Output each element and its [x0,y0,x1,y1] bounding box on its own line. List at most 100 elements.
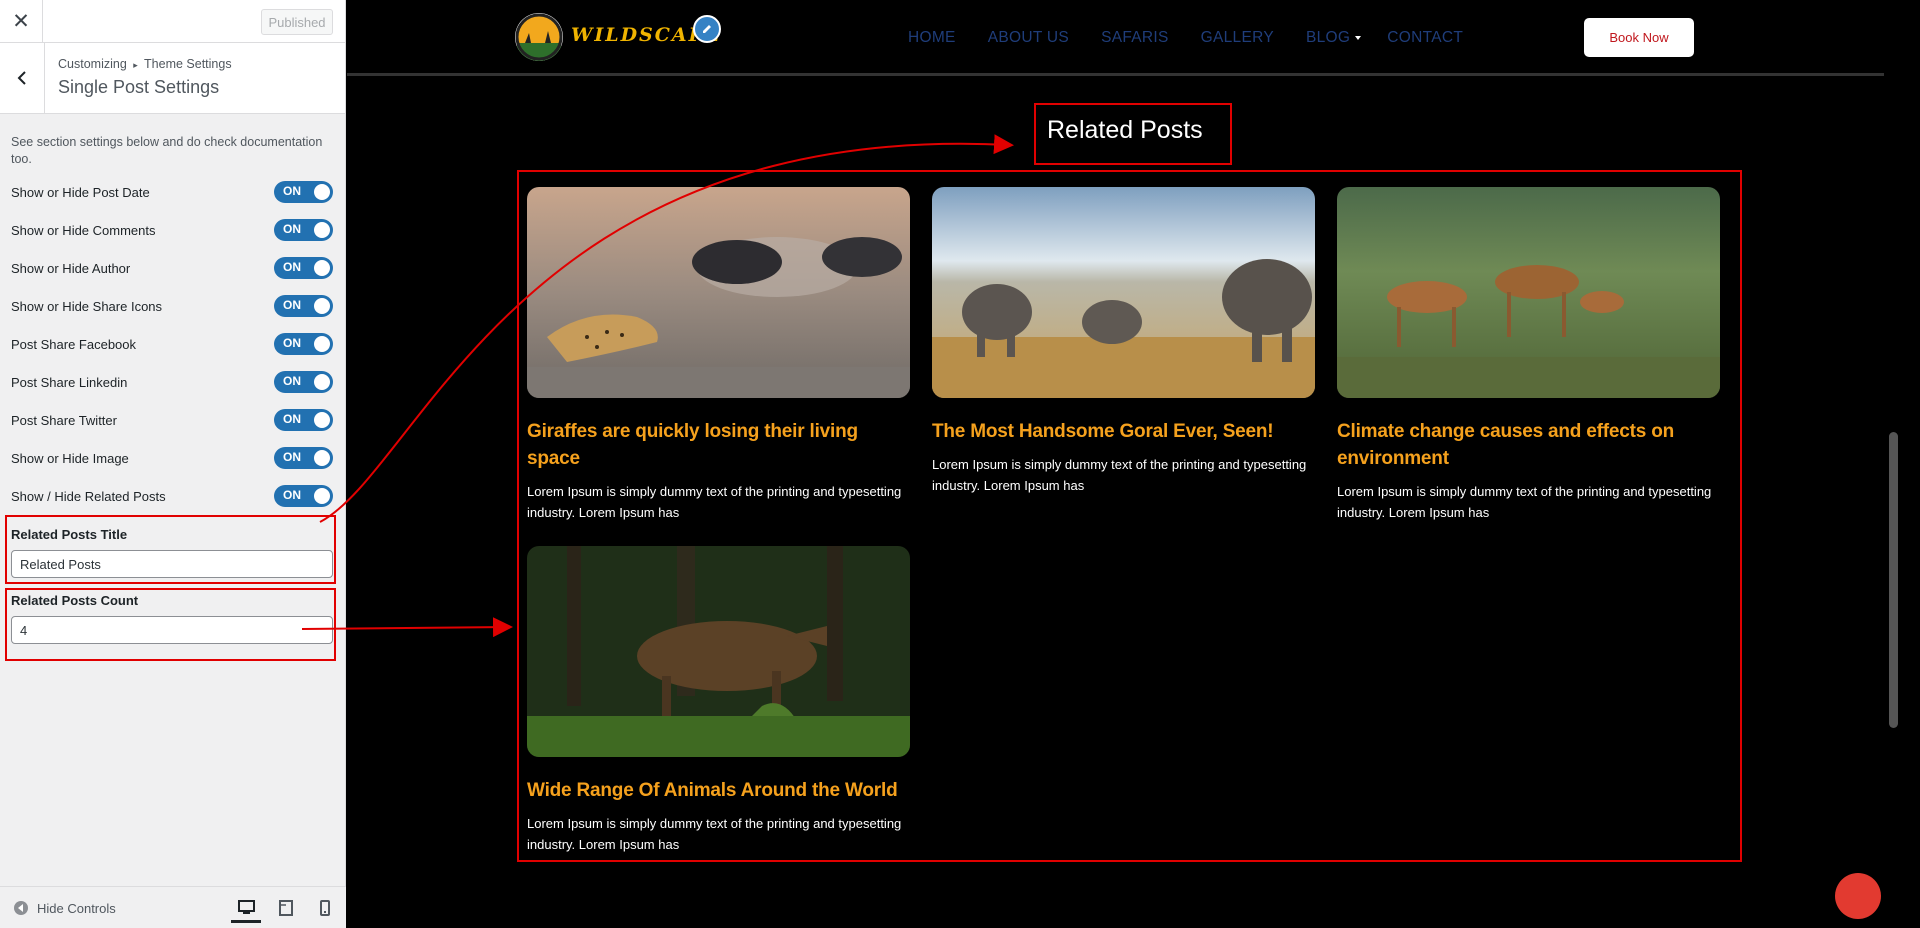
toggle-label: Show / Hide Related Posts [11,488,166,504]
nav-home[interactable]: HOME [908,29,956,47]
toggle-row-image: Show or Hide Image ON [11,446,333,470]
toggle-state: ON [283,336,301,350]
post-image-stag-forest[interactable] [527,546,910,757]
toggle-row-share-twitter: Post Share Twitter ON [11,408,333,432]
toggle-knob [314,298,330,314]
main-nav: HOME ABOUT US SAFARIS GALLERY BLOG CONTA… [908,29,1463,47]
caret-down-icon [1355,36,1362,40]
toggle-label: Show or Hide Author [11,260,131,276]
share-icons-toggle[interactable]: ON [274,295,333,317]
toggle-state: ON [283,260,301,274]
toggle-row-related-posts: Show / Hide Related Posts ON [11,484,333,508]
toggle-knob [314,450,330,466]
section-header: Customizing ▸ Theme Settings Single Post… [0,43,345,114]
toggle-label: Show or Hide Comments [11,222,156,238]
post-card: The Most Handsome Goral Ever, Seen! Lore… [932,187,1315,496]
comments-toggle[interactable]: ON [274,219,333,241]
toggle-state: ON [283,298,301,312]
site-preview: WILDSCAPE HOME ABOUT US SAFARIS GALLERY … [347,0,1902,928]
nav-about-us[interactable]: ABOUT US [988,29,1069,47]
post-title[interactable]: Giraffes are quickly losing their living… [527,418,910,472]
site-header: WILDSCAPE HOME ABOUT US SAFARIS GALLERY … [347,0,1902,76]
toggle-row-author: Show or Hide Author ON [11,256,333,280]
floating-action-button[interactable] [1835,873,1881,919]
toggle-knob [314,488,330,504]
toggle-row-post-date: Show or Hide Post Date ON [11,180,333,204]
hide-controls-button[interactable]: Hide Controls [13,900,116,916]
post-excerpt: Lorem Ipsum is simply dummy text of the … [527,484,902,520]
nav-contact[interactable]: CONTACT [1387,29,1463,47]
tablet-icon [279,900,293,916]
toggle-knob [314,336,330,352]
post-excerpt: Lorem Ipsum is simply dummy text of the … [932,457,1307,493]
toggle-label: Show or Hide Post Date [11,184,150,200]
nav-safaris[interactable]: SAFARIS [1101,29,1169,47]
related-count-label: Related Posts Count [11,593,139,608]
related-posts-toggle[interactable]: ON [274,485,333,507]
close-customizer-button[interactable]: ✕ [0,0,43,43]
toggle-state: ON [283,450,301,464]
toggle-knob [314,184,330,200]
related-title-label: Related Posts Title [11,527,128,542]
post-image-spotted-deer[interactable] [1337,187,1720,398]
post-title[interactable]: Wide Range Of Animals Around the World [527,777,910,804]
toggle-row-share-linkedin: Post Share Linkedin ON [11,370,333,394]
post-card: Wide Range Of Animals Around the World L… [527,546,910,855]
toggle-row-comments: Show or Hide Comments ON [11,218,333,242]
related-posts-heading: Related Posts [1047,116,1203,144]
preview-tablet-button[interactable] [271,895,301,921]
toggle-state: ON [283,184,301,198]
hide-controls-label: Hide Controls [37,900,116,916]
close-icon: ✕ [12,10,30,33]
toggle-knob [314,412,330,428]
toggle-knob [314,222,330,238]
post-title[interactable]: The Most Handsome Goral Ever, Seen! [932,418,1315,445]
edit-shortcut-pencil-icon[interactable] [693,15,721,43]
section-title: Single Post Settings [58,77,220,97]
collapse-icon [14,901,28,915]
image-toggle[interactable]: ON [274,447,333,469]
post-excerpt: Lorem Ipsum is simply dummy text of the … [1337,484,1712,520]
toggle-knob [314,374,330,390]
share-linkedin-toggle[interactable]: ON [274,371,333,393]
toggle-row-share-icons: Show or Hide Share Icons ON [11,294,333,318]
post-image-elephants[interactable] [932,187,1315,398]
share-facebook-toggle[interactable]: ON [274,333,333,355]
breadcrumb-parent: Theme Settings [144,57,232,71]
scrollbar-thumb[interactable] [1889,432,1898,728]
logo-badge-icon[interactable] [515,13,563,61]
toggle-label: Post Share Facebook [11,336,137,352]
customizer-sidebar: ✕ Published Customizing ▸ Theme Settings… [0,0,346,928]
post-date-toggle[interactable]: ON [274,181,333,203]
post-title[interactable]: Climate change causes and effects on env… [1337,418,1720,472]
preview-scrollbar[interactable] [1884,0,1902,928]
toggle-knob [314,260,330,276]
customizer-footer: Hide Controls [0,886,346,928]
toggle-state: ON [283,412,301,426]
share-twitter-toggle[interactable]: ON [274,409,333,431]
back-button[interactable] [0,43,45,113]
published-button[interactable]: Published [261,9,333,35]
nav-blog-label: BLOG [1305,29,1351,46]
toggle-label: Show or Hide Image [11,450,129,466]
post-image-cheetah[interactable] [527,187,910,398]
nav-blog[interactable]: BLOG [1306,29,1363,47]
related-count-input[interactable] [11,616,333,644]
preview-desktop-button[interactable] [231,895,261,923]
breadcrumb-root: Customizing [58,57,127,71]
nav-gallery[interactable]: GALLERY [1201,29,1274,47]
post-card: Climate change causes and effects on env… [1337,187,1720,523]
toggle-label: Show or Hide Share Icons [11,298,163,314]
toggle-row-share-facebook: Post Share Facebook ON [11,332,333,356]
related-title-input[interactable] [11,550,333,578]
toggle-state: ON [283,222,301,236]
toggle-label: Post Share Linkedin [11,374,128,390]
breadcrumb: Customizing ▸ Theme Settings [58,57,232,71]
chevron-left-icon [17,71,26,85]
author-toggle[interactable]: ON [274,257,333,279]
toggle-state: ON [283,374,301,388]
post-excerpt: Lorem Ipsum is simply dummy text of the … [527,816,902,852]
toggle-label: Post Share Twitter [11,412,117,428]
preview-mobile-button[interactable] [310,895,340,921]
book-now-button[interactable]: Book Now [1584,18,1694,57]
